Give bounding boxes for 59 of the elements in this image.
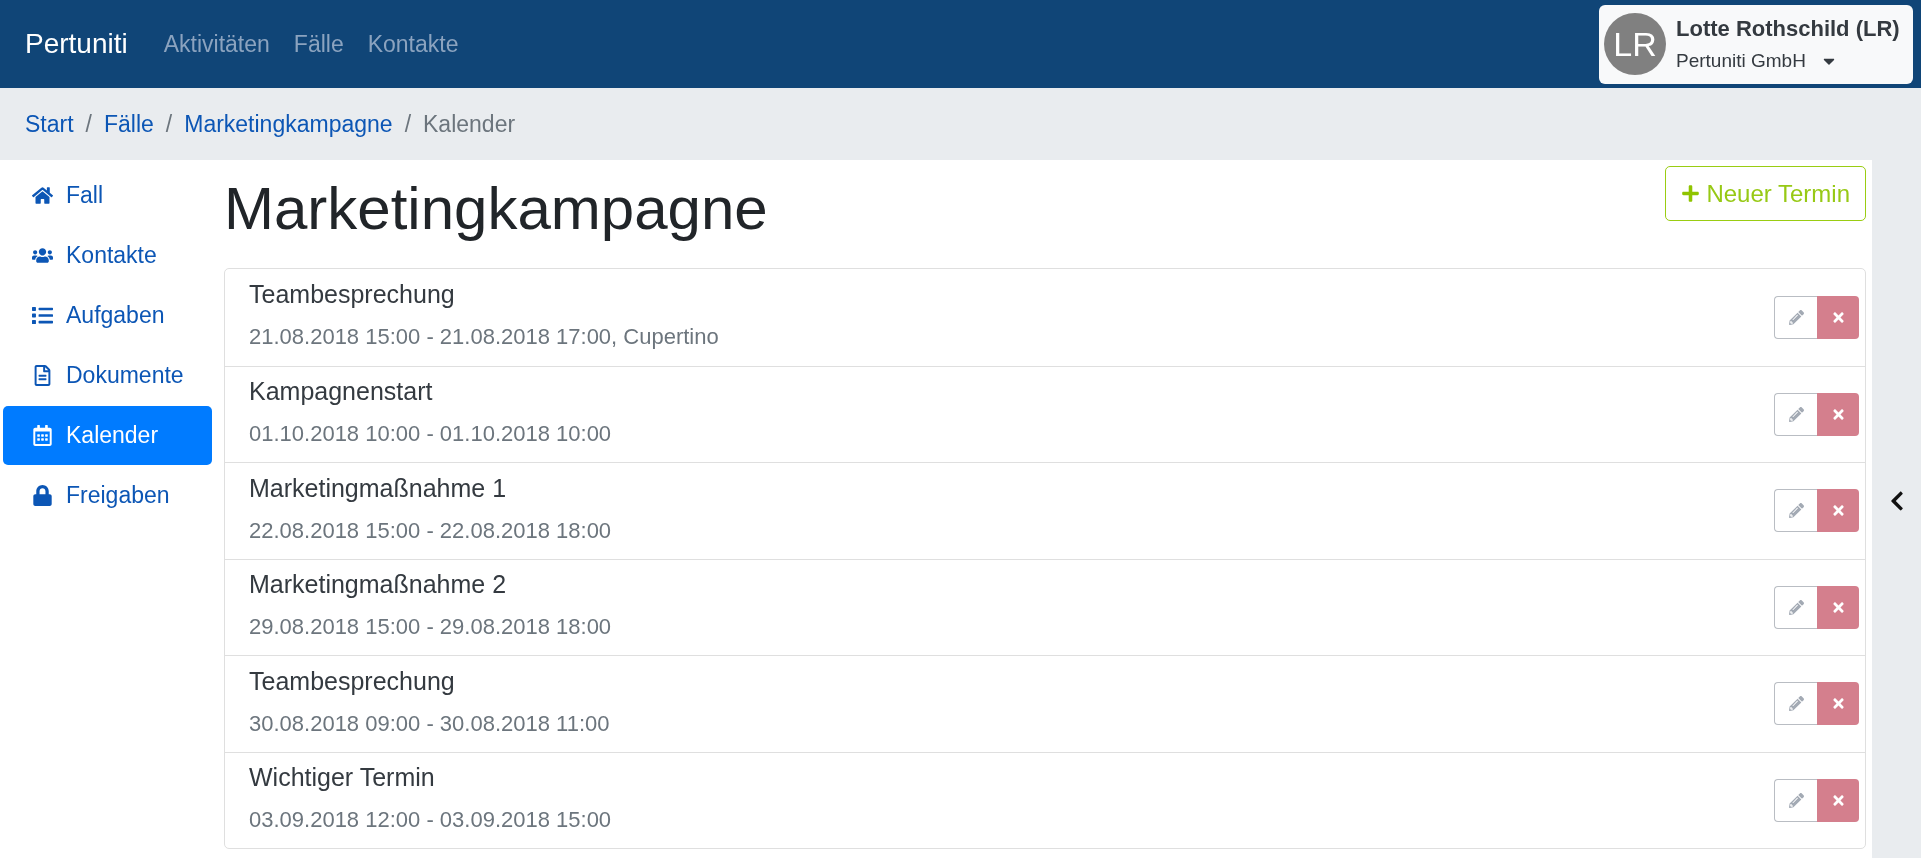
- document-icon: [32, 365, 53, 386]
- breadcrumb-link[interactable]: Start: [25, 110, 74, 138]
- pencil-icon: [1788, 696, 1804, 712]
- appointment-time: 03.09.2018 12:00 - 03.09.2018 15:00: [249, 807, 613, 834]
- breadcrumb-link[interactable]: Marketingkampagne: [184, 110, 393, 138]
- breadcrumb-separator: /: [403, 110, 412, 138]
- appointment-time: 21.08.2018 15:00 - 21.08.2018 17:00, Cupertino: [249, 324, 720, 351]
- edit-button[interactable]: [1774, 295, 1817, 339]
- nav-link[interactable]: Fälle: [281, 30, 356, 58]
- page-title: Marketingkampagne: [224, 174, 768, 243]
- user-name: Lotte Rothschild (LR): [1676, 16, 1900, 42]
- delete-button[interactable]: [1817, 295, 1859, 339]
- delete-button[interactable]: [1817, 585, 1859, 629]
- appointment-title: Marketingmaßnahme 2: [249, 570, 508, 600]
- pencil-icon: [1788, 406, 1804, 422]
- nav-link[interactable]: Kontakte: [355, 30, 471, 58]
- appointment-title: Teambesprechung: [249, 280, 456, 310]
- lock-icon: [32, 485, 53, 506]
- pencil-icon: [1788, 792, 1804, 808]
- delete-button[interactable]: [1817, 489, 1859, 533]
- edit-button[interactable]: [1774, 778, 1817, 822]
- list-icon: [32, 305, 53, 326]
- appointment-time: 22.08.2018 15:00 - 22.08.2018 18:00: [249, 517, 613, 544]
- sidebar-item[interactable]: Aufgaben: [3, 286, 212, 345]
- delete-button[interactable]: [1817, 392, 1859, 436]
- company-name: Pertuniti GmbH: [1676, 50, 1806, 72]
- pencil-icon: [1788, 599, 1804, 615]
- appointment-time: 30.08.2018 09:00 - 30.08.2018 11:00: [249, 710, 611, 737]
- avatar-initials: LR: [1604, 13, 1666, 75]
- breadcrumb-link[interactable]: Fälle: [103, 110, 154, 138]
- appointment-time: 29.08.2018 15:00 - 29.08.2018 18:00: [249, 614, 613, 641]
- sidebar-item[interactable]: Dokumente: [3, 346, 212, 405]
- appointment-title: Kampagnenstart: [249, 377, 434, 407]
- sidebar-item[interactable]: Freigaben: [3, 466, 212, 525]
- brand-link[interactable]: Pertuniti: [25, 28, 128, 60]
- appointment-title: Wichtiger Termin: [249, 763, 436, 793]
- plus-icon: [1681, 184, 1701, 203]
- appointment-time: 01.10.2018 10:00 - 01.10.2018 10:00: [249, 421, 613, 448]
- close-icon: [1830, 503, 1846, 519]
- sidebar-item[interactable]: Kalender: [3, 406, 212, 465]
- pencil-icon: [1788, 503, 1804, 519]
- nav-link[interactable]: Aktivitäten: [151, 30, 282, 58]
- breadcrumb-separator: /: [84, 110, 93, 138]
- users-icon: [32, 245, 53, 266]
- breadcrumb-separator: /: [164, 110, 174, 138]
- calendar-icon: [32, 425, 53, 446]
- sidebar-item[interactable]: Fall: [3, 166, 212, 225]
- appointment-title: Teambesprechung: [249, 666, 456, 696]
- edit-button[interactable]: [1774, 585, 1817, 629]
- delete-button[interactable]: [1817, 778, 1859, 822]
- edit-button[interactable]: [1774, 489, 1817, 533]
- delete-button[interactable]: [1817, 682, 1859, 726]
- edit-button[interactable]: [1774, 682, 1817, 726]
- edit-button[interactable]: [1774, 392, 1817, 436]
- breadcrumb-current: Kalender: [423, 110, 516, 138]
- sidebar-item[interactable]: Kontakte: [3, 226, 212, 285]
- pencil-icon: [1788, 309, 1804, 325]
- home-icon: [32, 185, 53, 206]
- appointment-title: Marketingmaßnahme 1: [249, 473, 508, 503]
